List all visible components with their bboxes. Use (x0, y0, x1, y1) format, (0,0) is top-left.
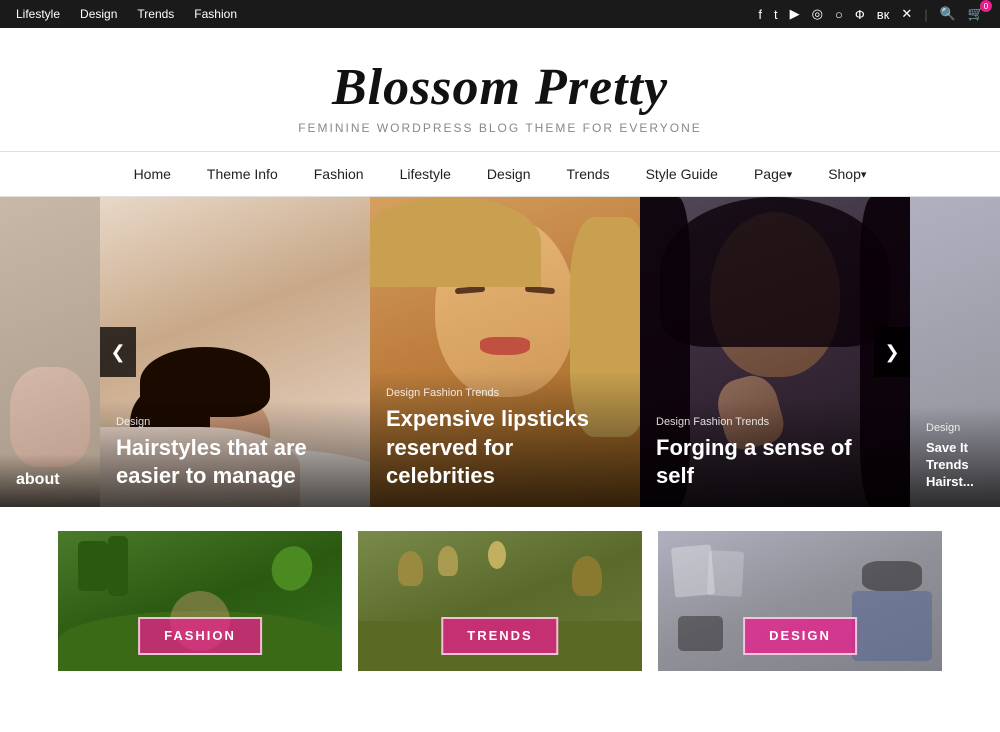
grid-trends-label-wrapper: TRENDS (441, 617, 558, 655)
grid-trends[interactable]: TRENDS (358, 531, 642, 671)
grid-fashion-label: FASHION (164, 628, 236, 643)
facebook-icon[interactable]: f (758, 7, 762, 22)
category-grid: FASHION TRENDS DESIGN (0, 507, 1000, 695)
slide-3-overlay: Design Fashion Trends Expensive lipstick… (370, 371, 640, 507)
slide-5-category: Design (926, 422, 984, 434)
slide-4-category: Design Fashion Trends (656, 416, 894, 428)
grid-trends-label: TRENDS (467, 628, 532, 643)
slide-3-title: Expensive lipsticks reserved for celebri… (386, 405, 624, 491)
youtube-icon[interactable]: ▶ (790, 6, 800, 22)
nav-theme-info[interactable]: Theme Info (189, 151, 296, 197)
slide-1-title: about (16, 470, 84, 491)
slider-prev-button[interactable]: ❮ (100, 327, 136, 377)
nav-style-guide[interactable]: Style Guide (628, 151, 736, 197)
slider-section: about Design Hairstyles that are easier … (0, 197, 1000, 507)
site-title[interactable]: Blossom Pretty (20, 58, 980, 117)
site-subtitle: Feminine WordPress Blog Theme For Everyo… (20, 121, 980, 135)
divider: | (924, 7, 927, 22)
grid-design[interactable]: DESIGN (658, 531, 942, 671)
slide-5-overlay: Design Save It Trends Hairst... (910, 406, 1000, 507)
vk-icon[interactable]: вк (877, 7, 890, 22)
twitter-icon[interactable]: t (774, 7, 778, 22)
grid-fashion-label-wrapper: FASHION (138, 617, 262, 655)
grid-design-label: DESIGN (769, 628, 831, 643)
nav-page[interactable]: Page (736, 151, 810, 197)
slide-4-overlay: Design Fashion Trends Forging a sense of… (640, 400, 910, 507)
google-icon[interactable]: ○ (835, 7, 843, 22)
xing-icon[interactable]: ✕ (901, 6, 912, 22)
instagram-icon[interactable]: ◎ (812, 6, 823, 22)
nav-design[interactable]: Design (80, 7, 117, 21)
slide-4[interactable]: Design Fashion Trends Forging a sense of… (640, 197, 910, 507)
slide-2[interactable]: Design Hairstyles that are easier to man… (100, 197, 370, 507)
slide-3-category: Design Fashion Trends (386, 387, 624, 399)
ok-icon[interactable]: Ф (855, 7, 865, 22)
slide-2-overlay: Design Hairstyles that are easier to man… (100, 400, 370, 507)
slide-4-title: Forging a sense of self (656, 434, 894, 491)
nav-lifestyle[interactable]: Lifestyle (382, 151, 469, 197)
nav-fashion[interactable]: Fashion (296, 151, 382, 197)
main-nav: Home Theme Info Fashion Lifestyle Design… (0, 151, 1000, 197)
grid-design-label-wrapper: DESIGN (743, 617, 857, 655)
social-icons: f t ▶ ◎ ○ Ф вк ✕ | 🔍 🛒 0 (758, 6, 984, 22)
slide-3[interactable]: Design Fashion Trends Expensive lipstick… (370, 197, 640, 507)
nav-fashion[interactable]: Fashion (194, 7, 237, 21)
slide-5-title: Save It Trends Hairst... (926, 440, 984, 491)
nav-shop[interactable]: Shop (810, 151, 884, 197)
slide-1-overlay: about (0, 454, 100, 507)
nav-trends[interactable]: Trends (137, 7, 174, 21)
slide-2-category: Design (116, 416, 354, 428)
top-bar: Lifestyle Design Trends Fashion f t ▶ ◎ … (0, 0, 1000, 28)
cart-badge[interactable]: 🛒 0 (968, 6, 984, 22)
top-bar-nav: Lifestyle Design Trends Fashion (16, 7, 237, 21)
grid-fashion[interactable]: FASHION (58, 531, 342, 671)
slider-next-button[interactable]: ❯ (874, 327, 910, 377)
nav-home[interactable]: Home (116, 151, 189, 197)
site-header: Blossom Pretty Feminine WordPress Blog T… (0, 28, 1000, 151)
nav-trends[interactable]: Trends (549, 151, 628, 197)
nav-lifestyle[interactable]: Lifestyle (16, 7, 60, 21)
search-icon[interactable]: 🔍 (940, 6, 956, 22)
slide-1: about (0, 197, 100, 507)
cart-count: 0 (980, 0, 992, 12)
nav-design[interactable]: Design (469, 151, 549, 197)
slide-2-title: Hairstyles that are easier to manage (116, 434, 354, 491)
slide-5: Design Save It Trends Hairst... (910, 197, 1000, 507)
